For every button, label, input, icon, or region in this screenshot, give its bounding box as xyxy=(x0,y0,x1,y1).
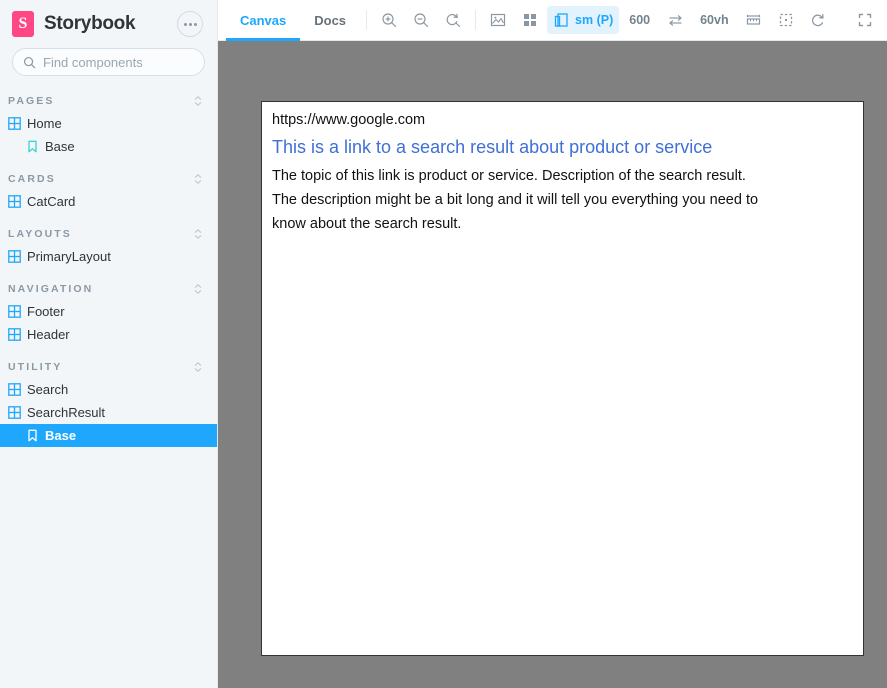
storybook-app: S Storybook / PAGES Home Base CARDS CatCard L… xyxy=(0,0,887,688)
sidebar-section-label: CARDS xyxy=(8,173,56,185)
sidebar-section-label: UTILITY xyxy=(8,361,63,373)
sidebar-item-label: Home xyxy=(27,116,62,131)
chevron-updown-icon xyxy=(194,283,202,295)
brand-row: S Storybook xyxy=(0,0,217,48)
sidebar-section-label: NAVIGATION xyxy=(8,283,94,295)
viewport-button[interactable]: sm (P) xyxy=(547,6,620,34)
dot xyxy=(183,22,187,26)
component-grid-icon xyxy=(8,328,21,341)
backgrounds-image-icon[interactable] xyxy=(483,6,513,34)
component-grid-icon xyxy=(8,195,21,208)
sidebar-section-label: LAYOUTS xyxy=(8,228,72,240)
storybook-logo-letter: S xyxy=(18,15,28,32)
viewport-width-value[interactable]: 600 xyxy=(620,0,659,40)
grid-icon[interactable] xyxy=(515,6,545,34)
sidebar-item-base[interactable]: Base xyxy=(0,135,217,158)
sidebar-section-navigation[interactable]: NAVIGATION xyxy=(0,278,217,300)
sidebar-item-footer[interactable]: Footer xyxy=(0,300,217,323)
sidebar: S Storybook / PAGES Home Base CARDS CatCard L… xyxy=(0,0,242,688)
viewport-height-value[interactable]: 60vh xyxy=(691,0,738,40)
swap-arrows-icon[interactable] xyxy=(660,6,690,34)
storybook-logo-icon[interactable]: S xyxy=(12,11,34,37)
fullscreen-expand-icon[interactable] xyxy=(850,6,880,34)
toolbar: Canvas Docs sm (P) 600 60vh xyxy=(218,0,887,41)
sidebar-item-primarylayout[interactable]: PrimaryLayout xyxy=(0,245,217,268)
sidebar-item-home[interactable]: Home xyxy=(0,112,217,135)
sidebar-item-search[interactable]: Search xyxy=(0,378,217,401)
search-result-link-title[interactable]: This is a link to a search result about … xyxy=(272,135,853,159)
component-grid-icon xyxy=(8,250,21,263)
dot xyxy=(188,22,192,26)
component-grid-icon xyxy=(8,305,21,318)
component-grid-icon xyxy=(8,117,21,130)
dot xyxy=(193,22,197,26)
zoom-reset-icon[interactable] xyxy=(438,6,468,34)
main-area: Canvas Docs sm (P) 600 60vh https://www.… xyxy=(218,0,887,688)
component-grid-icon xyxy=(8,406,21,419)
chevron-updown-icon xyxy=(194,361,202,373)
sidebar-item-label: Header xyxy=(27,327,70,342)
chevron-updown-icon xyxy=(194,173,202,185)
refresh-icon[interactable] xyxy=(803,6,833,34)
component-grid-icon xyxy=(8,383,21,396)
sidebar-section-cards[interactable]: CARDS xyxy=(0,168,217,190)
sidebar-section-layouts[interactable]: LAYOUTS xyxy=(0,223,217,245)
sidebar-section-utility[interactable]: UTILITY xyxy=(0,356,217,378)
sidebar-item-label: Search xyxy=(27,382,69,397)
sidebar-item-label: PrimaryLayout xyxy=(27,249,111,264)
sidebar-item-searchresult[interactable]: SearchResult xyxy=(0,401,217,424)
search-input[interactable] xyxy=(43,54,219,70)
search-wrap: / xyxy=(0,48,242,76)
search-icon xyxy=(23,56,36,68)
viewport-label: sm (P) xyxy=(575,13,614,27)
canvas-preview-area: https://www.google.com This is a link to… xyxy=(218,41,887,688)
story-bookmark-icon xyxy=(28,429,37,442)
search-result-url: https://www.google.com xyxy=(272,112,426,128)
chevron-updown-icon xyxy=(194,95,202,107)
sidebar-item-label: Base xyxy=(45,428,77,443)
toolbar-divider xyxy=(475,10,477,30)
sidebar-item-label: SearchResult xyxy=(27,405,106,420)
chevron-updown-icon xyxy=(194,228,202,240)
zoom-in-icon[interactable] xyxy=(374,6,404,34)
measure-ruler-icon[interactable] xyxy=(739,6,769,34)
search-result-description: The topic of this link is product or ser… xyxy=(272,168,759,232)
component-tree: PAGES Home Base CARDS CatCard LAYOUTS PrimaryL… xyxy=(0,90,217,447)
tab-canvas[interactable]: Canvas xyxy=(226,0,301,41)
viewport-icon xyxy=(554,13,568,27)
outline-dashed-box-icon[interactable] xyxy=(771,6,801,34)
sidebar-item-base[interactable]: Base xyxy=(0,424,217,447)
sidebar-section-pages[interactable]: PAGES xyxy=(0,90,217,112)
brand-title: Storybook xyxy=(44,13,136,34)
tab-docs[interactable]: Docs xyxy=(300,0,360,40)
search-box[interactable]: / xyxy=(12,48,242,76)
sidebar-item-catcard[interactable]: CatCard xyxy=(0,190,217,213)
toolbar-divider xyxy=(366,10,368,30)
story-iframe: https://www.google.com This is a link to… xyxy=(261,101,864,656)
zoom-out-icon[interactable] xyxy=(406,6,436,34)
sidebar-item-label: CatCard xyxy=(27,194,76,209)
story-bookmark-icon xyxy=(28,140,37,153)
sidebar-item-label: Base xyxy=(45,139,75,154)
ellipsis-icon[interactable] xyxy=(177,11,203,37)
sidebar-section-label: PAGES xyxy=(8,95,55,107)
sidebar-item-header[interactable]: Header xyxy=(0,323,217,346)
sidebar-item-label: Footer xyxy=(27,304,65,319)
